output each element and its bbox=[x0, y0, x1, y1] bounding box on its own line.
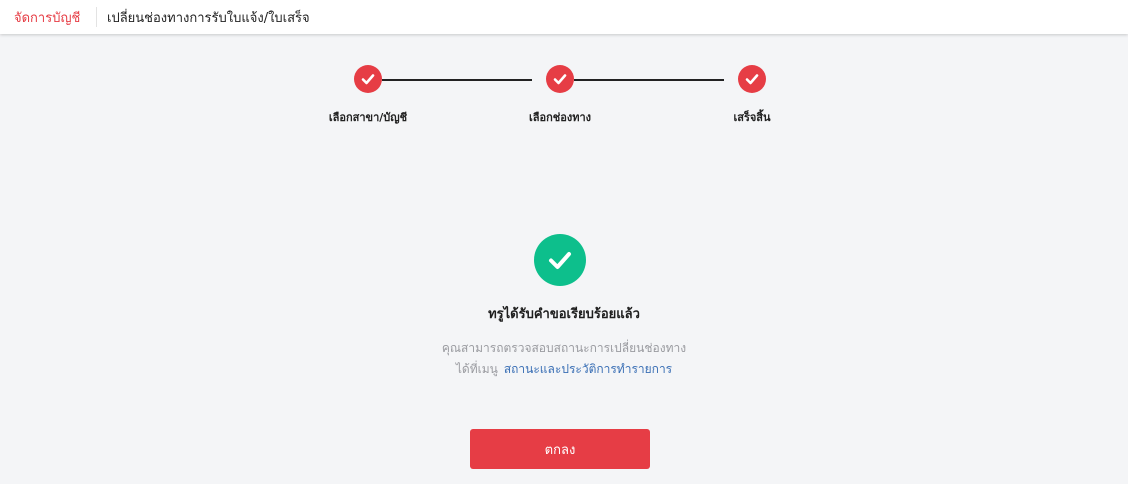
step-1-label: เลือกสาขา/บัญชี bbox=[328, 111, 408, 124]
step-3-done-indicator bbox=[738, 65, 766, 93]
ok-button[interactable]: ตกลง bbox=[470, 429, 650, 469]
step-2-label: เลือกช่องทาง bbox=[528, 111, 591, 124]
success-title: ทรูได้รับคำขอเรียบร้อยแล้ว bbox=[488, 307, 640, 322]
progress-stepper: เลือกสาขา/บัญชี เลือกช่องทาง เสร็จสิ้น bbox=[0, 0, 1128, 140]
check-icon bbox=[361, 74, 375, 85]
check-circle-icon bbox=[534, 234, 586, 286]
status-history-link[interactable]: สถานะและประวัติการทำรายการ bbox=[504, 362, 672, 376]
menu-hint-prefix: ได้ที่เมนู bbox=[455, 362, 498, 376]
step-3-label: เสร็จสิ้น bbox=[733, 111, 771, 124]
success-description-menu-hint: ได้ที่เมนู สถานะและประวัติการทำรายการ bbox=[0, 360, 1128, 379]
check-icon bbox=[553, 74, 567, 85]
success-description: คุณสามารถตรวจสอบสถานะการเปลี่ยนช่องทาง bbox=[441, 341, 687, 355]
check-icon bbox=[549, 252, 571, 269]
step-connector-2 bbox=[574, 79, 724, 81]
step-1-done-indicator bbox=[354, 65, 382, 93]
step-connector-1 bbox=[382, 79, 532, 81]
step-2-done-indicator bbox=[546, 65, 574, 93]
check-icon bbox=[745, 74, 759, 85]
